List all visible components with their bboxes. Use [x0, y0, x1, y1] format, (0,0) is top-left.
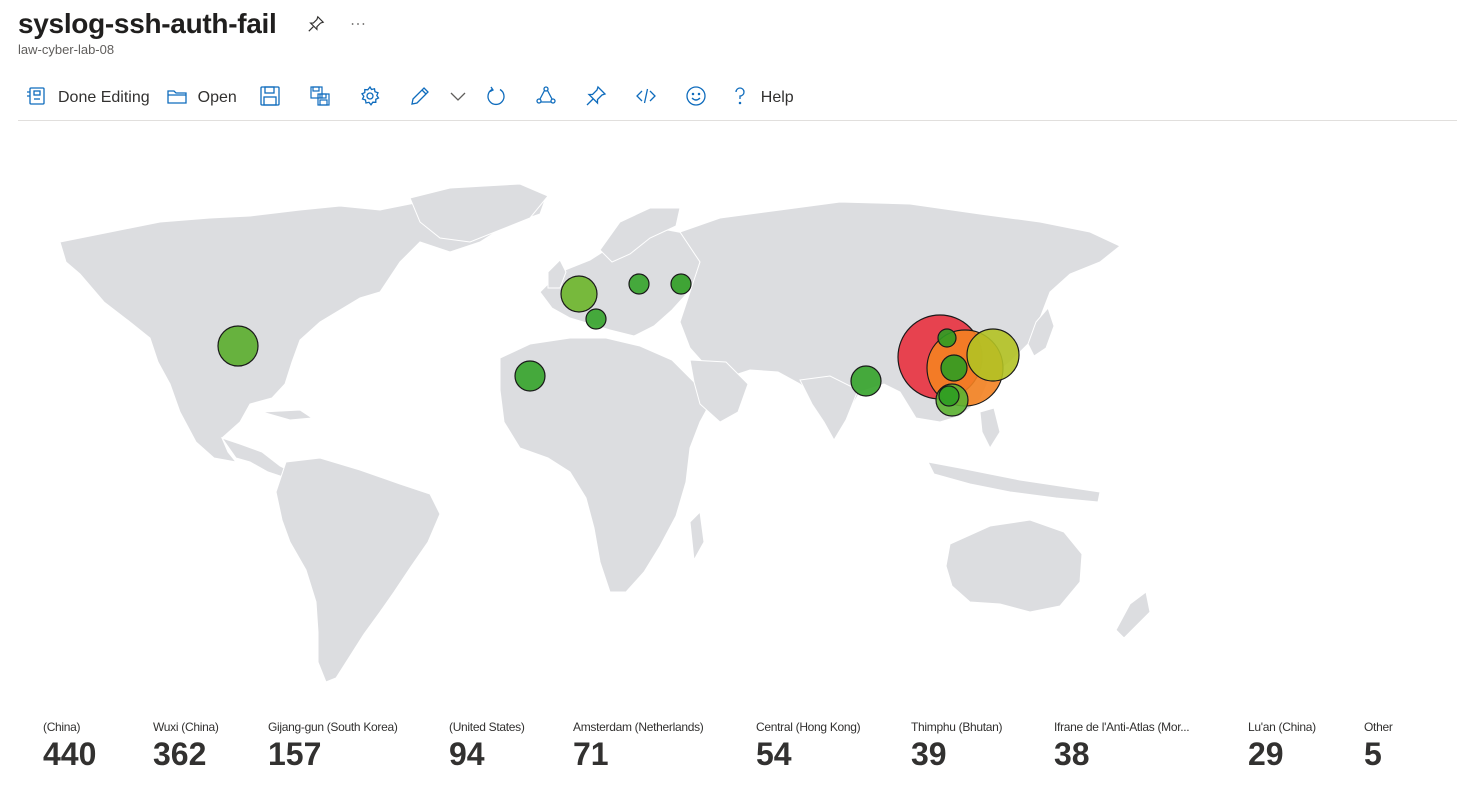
map-bubble[interactable]: [585, 308, 607, 330]
save-as-icon: [309, 85, 331, 112]
settings-button[interactable]: [345, 82, 395, 114]
land-australia: [945, 519, 1083, 613]
folder-icon: [166, 85, 188, 112]
legend-tile[interactable]: Central (Hong Kong) 54: [756, 720, 860, 772]
pin-icon[interactable]: [304, 12, 328, 36]
map-bubble[interactable]: [938, 385, 960, 407]
legend-tile[interactable]: Wuxi (China) 362: [153, 720, 219, 772]
land-caribbean: [261, 409, 314, 421]
save-icon: [259, 85, 281, 112]
legend-tile[interactable]: Lu'an (China) 29: [1248, 720, 1316, 772]
done-editing-icon: [26, 85, 48, 112]
help-icon: [729, 85, 751, 112]
legend-tile[interactable]: (United States) 94: [449, 720, 525, 772]
legend-tile-label: Central (Hong Kong): [756, 720, 861, 734]
share-button[interactable]: [521, 82, 571, 114]
feedback-button[interactable]: [671, 82, 721, 114]
toolbar: Done Editing Open Help: [18, 82, 1457, 121]
edit-button[interactable]: [395, 82, 445, 114]
legend-tile[interactable]: Gijang-gun (South Korea) 157: [268, 720, 398, 772]
legend-tile[interactable]: Other 5: [1364, 720, 1393, 772]
done-editing-button[interactable]: Done Editing: [18, 82, 158, 114]
legend-tile-count: 362: [153, 736, 207, 772]
map-bubble[interactable]: Other: [670, 273, 692, 295]
legend-tile-label: Amsterdam (Netherlands): [573, 720, 704, 734]
code-button[interactable]: [621, 82, 671, 114]
legend-tile-count: 39: [911, 736, 947, 772]
share-icon: [535, 85, 557, 112]
legend-tile-count: 157: [268, 736, 322, 772]
legend-tile-count: 54: [756, 736, 792, 772]
done-editing-label: Done Editing: [58, 89, 150, 106]
legend-tile[interactable]: Ifrane de l'Anti-Atlas (Mor... 38: [1054, 720, 1189, 772]
map-bubble[interactable]: Thimphu (Bhutan): [850, 365, 882, 397]
legend-tile-label: Other: [1364, 720, 1393, 734]
workspace-subtitle: law-cyber-lab-08: [18, 42, 115, 57]
legend-tile-label: Wuxi (China): [153, 720, 219, 734]
legend-tile-label: Ifrane de l'Anti-Atlas (Mor...: [1054, 720, 1190, 734]
legend-tile-count: 71: [573, 736, 609, 772]
refresh-button[interactable]: [471, 82, 521, 114]
map-bubble[interactable]: Amsterdam (Netherlands): [560, 275, 598, 313]
edit-icon: [409, 85, 431, 112]
land-new-zealand: [1115, 591, 1151, 639]
open-button[interactable]: Open: [158, 82, 245, 114]
legend-tile-label: (China): [43, 720, 81, 734]
help-label: Help: [760, 89, 794, 106]
map-bubble[interactable]: [628, 273, 650, 295]
land-layer: [59, 183, 1151, 683]
legend-tile-count: 94: [449, 736, 485, 772]
land-indonesia: [927, 461, 1101, 503]
legend-tile-count: 29: [1248, 736, 1284, 772]
legend-tile-label: Gijang-gun (South Korea): [268, 720, 398, 734]
legend-tile-count: 38: [1054, 736, 1090, 772]
legend-tile-count: 440: [43, 736, 97, 772]
legend-tile-label: Lu'an (China): [1248, 720, 1316, 734]
save-button[interactable]: [245, 82, 295, 114]
legend-tile[interactable]: Amsterdam (Netherlands) 71: [573, 720, 703, 772]
land-india: [799, 375, 859, 441]
settings-icon: [359, 85, 381, 112]
legend-tile[interactable]: (China) 440: [43, 720, 96, 772]
legend-tile-count: 5: [1364, 736, 1382, 772]
legend-tile-label: Thimphu (Bhutan): [911, 720, 1003, 734]
edit-dropdown-button[interactable]: [445, 82, 471, 114]
title-row: syslog-ssh-auth-fail: [18, 4, 370, 44]
map-canvas: (China)Wuxi (China)Gijang-gun (South Kor…: [59, 183, 1151, 683]
map-bubble[interactable]: [937, 328, 957, 348]
pin-icon: [585, 85, 607, 112]
page-header: syslog-ssh-auth-fail law-cyber-lab-08: [18, 4, 370, 57]
land-madagascar: [689, 510, 705, 562]
land-philippines: [979, 407, 1001, 450]
world-map[interactable]: (China)Wuxi (China)Gijang-gun (South Kor…: [0, 122, 1457, 712]
map-bubble[interactable]: (United States): [217, 325, 259, 367]
ellipsis-icon[interactable]: [346, 12, 370, 36]
save-as-button[interactable]: [295, 82, 345, 114]
map-bubble[interactable]: Ifrane de l'Anti-Atlas (Morocco): [514, 360, 546, 392]
legend-tile-label: (United States): [449, 720, 525, 734]
code-icon: [635, 85, 657, 112]
open-label: Open: [197, 89, 237, 106]
page-title: syslog-ssh-auth-fail: [18, 8, 277, 39]
refresh-icon: [485, 85, 507, 112]
smiley-icon: [685, 85, 707, 112]
legend: (China) 440 Wuxi (China) 362 Gijang-gun (Sou…: [0, 712, 1457, 790]
map-bubble[interactable]: Lu'an (China): [940, 354, 968, 382]
help-button[interactable]: Help: [721, 82, 802, 114]
pin-to-dashboard-button[interactable]: [571, 82, 621, 114]
land-south-america: [275, 457, 441, 683]
legend-tile[interactable]: Thimphu (Bhutan) 39: [911, 720, 1002, 772]
chevron-down-icon: [447, 85, 469, 112]
map-bubble[interactable]: Gijang-gun (South Korea): [966, 328, 1020, 382]
